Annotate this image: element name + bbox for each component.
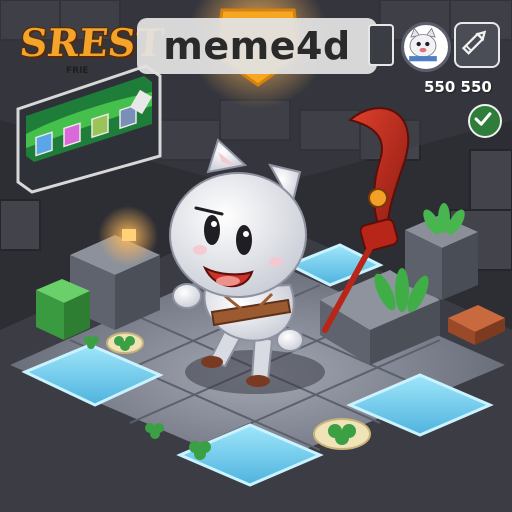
checkmark-icon <box>474 112 492 126</box>
clover-token-left[interactable] <box>106 332 144 354</box>
menu-button[interactable] <box>368 24 394 66</box>
title-text: meme4d <box>163 24 351 68</box>
game-viewport[interactable]: SREST FRIE meme4d 550 550 <box>0 0 512 512</box>
confirm-button[interactable] <box>468 104 502 138</box>
score-readout: 550 550 <box>424 78 492 96</box>
pencil-icon <box>461 30 487 55</box>
clover-token-right[interactable] <box>313 418 371 450</box>
title-overlay: meme4d <box>137 18 377 74</box>
cat-avatar-icon <box>409 27 437 62</box>
player-avatar[interactable] <box>401 22 451 72</box>
game-logo: SREST FRIE <box>14 18 166 94</box>
lantern <box>122 229 136 241</box>
logo-subtext: FRIE <box>66 66 89 76</box>
edit-button[interactable] <box>454 22 500 68</box>
